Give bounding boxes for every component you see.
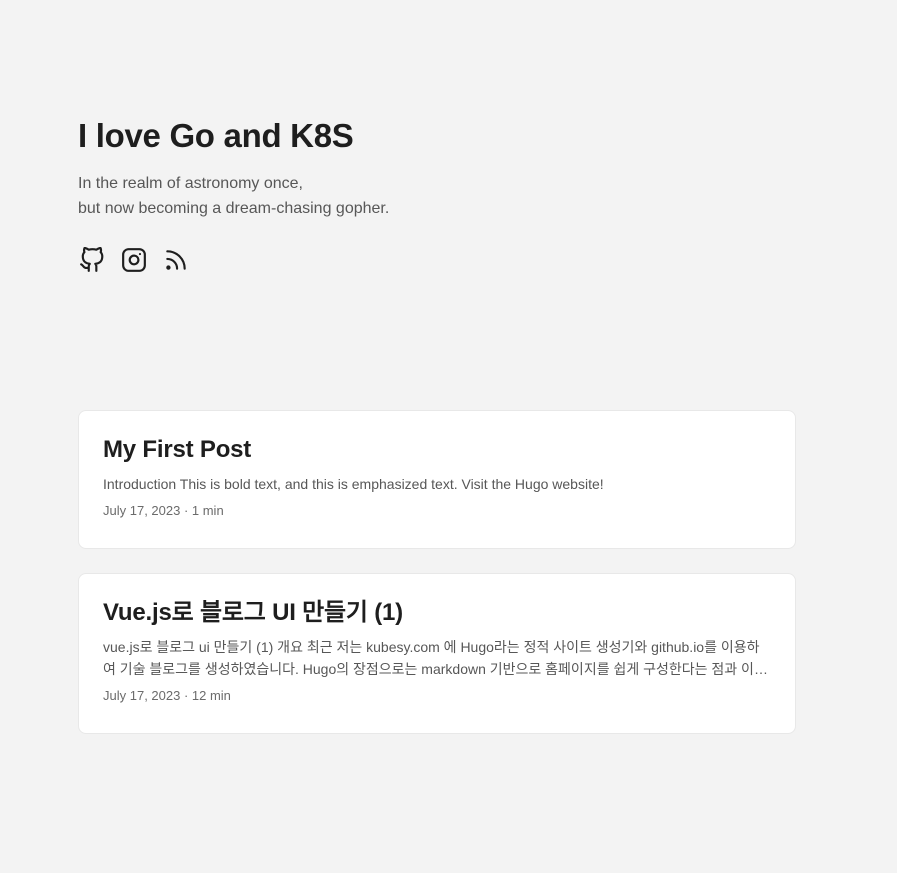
post-summary: Introduction This is bold text, and this…: [103, 476, 604, 492]
post-title: Vue.js로 블로그 UI 만들기 (1): [103, 599, 403, 626]
github-link[interactable]: [78, 246, 106, 274]
post-meta: July 17, 2023 · 12 min: [103, 688, 231, 703]
instagram-link[interactable]: [120, 246, 148, 274]
page: I love Go and K8S In the realm of astron…: [0, 0, 897, 873]
post-title: My First Post: [103, 436, 252, 463]
instagram-icon: [122, 248, 146, 272]
home-info: I love Go and K8S In the realm of astron…: [78, 116, 798, 275]
social-icons: [78, 245, 798, 275]
post-summary: vue.js로 블로그 ui 만들기 (1) 개요 최근 저는 kubesy.c…: [103, 639, 767, 677]
github-icon: [80, 247, 104, 272]
post-card[interactable]: My First Post Introduction This is bold …: [78, 410, 796, 549]
site-title: I love Go and K8S: [78, 117, 354, 154]
post-card[interactable]: Vue.js로 블로그 UI 만들기 (1) vue.js로 블로그 ui 만들…: [78, 573, 796, 734]
description-line-2: but now becoming a dream-chasing gopher.: [78, 200, 390, 217]
description-line-1: In the realm of astronomy once,: [78, 175, 303, 192]
rss-icon: [166, 250, 186, 270]
post-meta: July 17, 2023 · 1 min: [103, 503, 224, 518]
rss-link[interactable]: [162, 246, 190, 274]
site-description: In the realm of astronomy once, but now …: [78, 171, 798, 221]
